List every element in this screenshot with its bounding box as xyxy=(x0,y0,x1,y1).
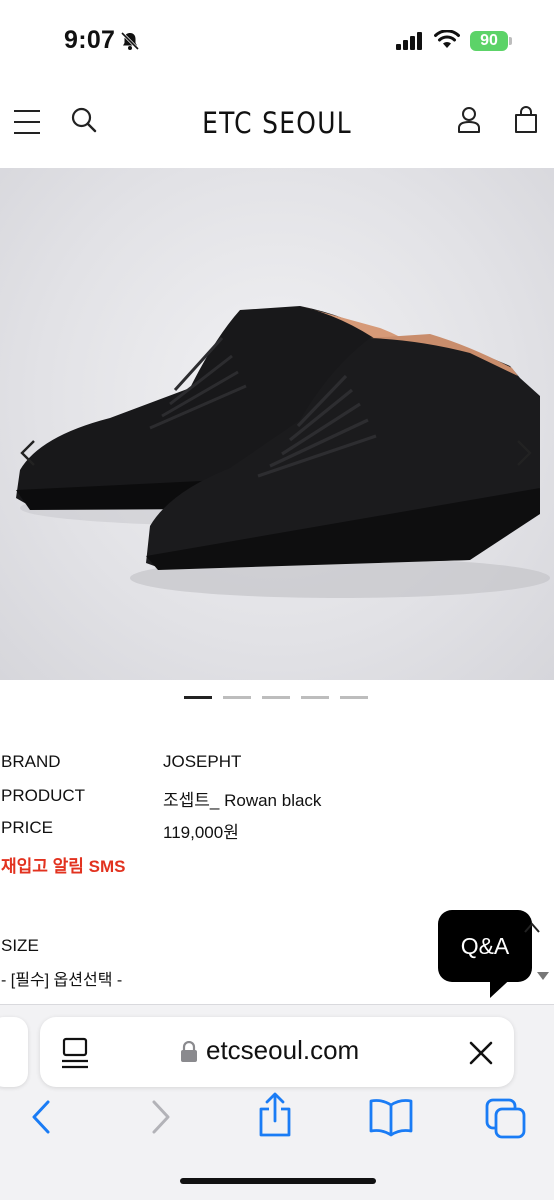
user-icon[interactable] xyxy=(456,106,482,134)
battery-cap xyxy=(509,37,512,45)
size-select-value: - [필수] 옵션선택 - xyxy=(1,972,123,989)
status-bar: 9:07 90 xyxy=(0,0,554,84)
bookmarks-icon[interactable] xyxy=(368,1097,414,1137)
product-image[interactable] xyxy=(0,168,554,680)
home-indicator xyxy=(180,1178,376,1184)
brand-logo[interactable]: ETC SEOUL xyxy=(39,106,515,140)
previous-tab-preview[interactable] xyxy=(0,1017,28,1087)
price-value: 119,000원 xyxy=(163,823,239,842)
carousel-next-icon[interactable] xyxy=(514,438,534,468)
menu-icon[interactable] xyxy=(14,110,40,136)
battery-icon: 90 xyxy=(470,31,508,51)
wifi-icon xyxy=(434,30,460,48)
shopping-bag-icon[interactable] xyxy=(513,106,539,134)
sneakers-image xyxy=(16,306,550,598)
carousel-dot-5[interactable] xyxy=(340,696,368,699)
bell-slash-icon xyxy=(120,31,140,51)
reader-mode-icon[interactable] xyxy=(60,1037,90,1069)
product-name: 조셉트_ Rowan black xyxy=(163,791,322,810)
qa-button[interactable]: Q&A xyxy=(438,910,532,982)
forward-icon[interactable] xyxy=(148,1097,174,1137)
back-icon[interactable] xyxy=(28,1097,54,1137)
browser-toolbar xyxy=(0,1092,554,1157)
product-label: PRODUCT xyxy=(1,786,86,805)
brand-label: BRAND xyxy=(1,752,61,771)
size-label: SIZE xyxy=(1,936,39,955)
carousel-prev-icon[interactable] xyxy=(18,438,38,468)
tabs-icon[interactable] xyxy=(484,1097,528,1141)
site-header: ETC SEOUL xyxy=(0,84,554,168)
carousel-indicator xyxy=(184,696,368,699)
close-icon[interactable] xyxy=(468,1040,494,1066)
chevron-up-icon[interactable] xyxy=(522,910,542,940)
brand-value: JOSEPHT xyxy=(163,752,242,771)
browser-bar: etcseoul.com xyxy=(0,1004,554,1200)
address-bar[interactable]: etcseoul.com xyxy=(40,1017,514,1087)
lock-icon xyxy=(181,1041,197,1062)
carousel-dot-3[interactable] xyxy=(262,696,290,699)
restock-sms-link[interactable]: 재입고 알림 SMS xyxy=(1,852,126,877)
share-icon[interactable] xyxy=(256,1091,294,1139)
price-label: PRICE xyxy=(1,818,53,837)
chevron-down-icon xyxy=(537,972,549,980)
carousel-dot-4[interactable] xyxy=(301,696,329,699)
carousel-dot-1[interactable] xyxy=(184,696,212,699)
status-time: 9:07 xyxy=(64,26,116,54)
carousel-dot-2[interactable] xyxy=(223,696,251,699)
signal-icon xyxy=(396,32,422,50)
url-text[interactable]: etcseoul.com xyxy=(206,1035,359,1066)
